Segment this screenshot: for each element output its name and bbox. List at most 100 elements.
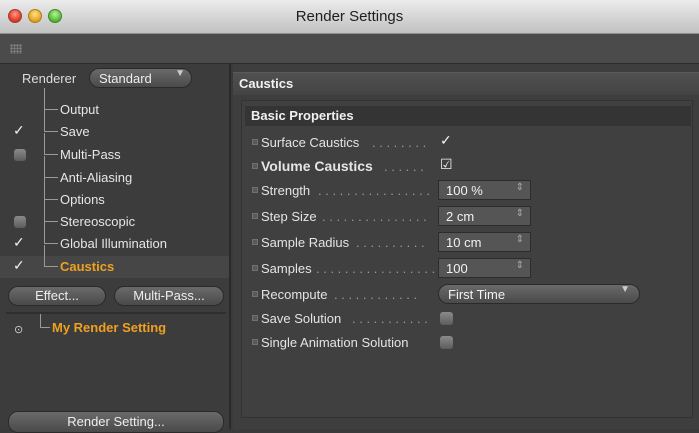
samples-field[interactable]: 100 ⇕ xyxy=(438,258,531,278)
leader-dots: . . . . . . . . . . . . . . . . xyxy=(318,183,430,198)
animation-dot-icon[interactable] xyxy=(252,315,258,321)
step-size-value: 2 cm xyxy=(446,209,475,224)
samples-value: 100 xyxy=(446,261,468,276)
multi-pass-button[interactable]: Multi-Pass... xyxy=(114,286,224,306)
tree-branch-line xyxy=(40,314,50,328)
tree-item-anti-aliasing[interactable]: Anti-Aliasing xyxy=(0,156,229,189)
step-size-field[interactable]: 2 cm ⇕ xyxy=(438,206,531,226)
toolbar-strip xyxy=(0,34,699,64)
spin-arrows-icon[interactable]: ⇕ xyxy=(516,182,524,193)
checkmark-icon[interactable]: ✓ xyxy=(13,234,25,251)
animation-dot-icon[interactable] xyxy=(252,187,258,193)
effect-button[interactable]: Effect... xyxy=(8,286,106,306)
animation-dot-icon[interactable] xyxy=(252,239,258,245)
leader-dots: . . . . . . . . xyxy=(372,135,427,150)
tree-item-stereoscopic[interactable]: Stereoscopic xyxy=(0,200,229,233)
tree-item-multi-pass[interactable]: Multi-Pass xyxy=(0,133,229,166)
tree-item-caustics[interactable]: ✓ Caustics xyxy=(0,245,229,278)
property-row-sample-radius: Sample Radius . . . . . . . . . . 10 cm … xyxy=(252,231,692,255)
property-row-strength: Strength . . . . . . . . . . . . . . . .… xyxy=(252,179,692,203)
property-row-save-solution: Save Solution . . . . . . . . . . . xyxy=(252,307,692,331)
sample-radius-field[interactable]: 10 cm ⇕ xyxy=(438,232,531,252)
animation-dot-icon[interactable] xyxy=(252,163,258,169)
enable-checkbox[interactable] xyxy=(14,216,26,228)
surface-caustics-label: Surface Caustics xyxy=(261,135,360,150)
tree-item-save[interactable]: ✓ Save xyxy=(0,110,229,143)
checkmark-icon[interactable]: ✓ xyxy=(13,257,25,274)
animation-dot-icon[interactable] xyxy=(252,291,258,297)
chevron-down-icon: ▼ xyxy=(175,68,185,79)
spin-arrows-icon[interactable]: ⇕ xyxy=(516,234,524,245)
recompute-dropdown[interactable]: First Time ▼ xyxy=(438,284,640,304)
animation-dot-icon[interactable] xyxy=(252,339,258,345)
section-header: Caustics xyxy=(233,72,699,95)
tree-branch-line xyxy=(44,88,58,110)
tree-branch-line xyxy=(44,133,58,155)
leader-dots: . . . . . . . . . . . . . . . . . xyxy=(316,261,436,276)
renderer-dropdown[interactable]: Standard ▼ xyxy=(89,68,192,88)
spin-arrows-icon[interactable]: ⇕ xyxy=(516,260,524,271)
tree-item-label: Output xyxy=(60,102,100,117)
spin-arrows-icon[interactable]: ⇕ xyxy=(516,208,524,219)
tree-branch-line xyxy=(44,245,58,267)
animation-dot-icon[interactable] xyxy=(252,139,258,145)
render-setting-icon: ⊙ xyxy=(14,324,24,336)
single-animation-solution-checkbox[interactable] xyxy=(440,336,453,349)
strength-field[interactable]: 100 % ⇕ xyxy=(438,180,531,200)
leader-dots: . . . . . . xyxy=(384,159,424,174)
group-header[interactable]: Basic Properties xyxy=(245,106,691,126)
animation-dot-icon[interactable] xyxy=(252,265,258,271)
window-title: Render Settings xyxy=(295,8,404,25)
tree-item-label: Save xyxy=(60,124,90,139)
save-solution-checkbox[interactable] xyxy=(440,312,453,325)
tree-item-label: Stereoscopic xyxy=(60,214,136,229)
leader-dots: . . . . . . . . . . . xyxy=(352,311,428,326)
recompute-value: First Time xyxy=(448,287,506,302)
tree-item-output[interactable]: Output xyxy=(0,88,229,121)
surface-caustics-checkbox[interactable]: ✓ xyxy=(440,132,454,148)
recompute-label: Recompute xyxy=(261,287,328,302)
divider xyxy=(6,312,226,314)
property-row-single-animation-solution: Single Animation Solution xyxy=(252,331,692,355)
checkmark-icon[interactable]: ✓ xyxy=(13,122,25,139)
tree-item-label: Global Illumination xyxy=(60,236,167,251)
tree-item-global-illumination[interactable]: ✓ Global Illumination xyxy=(0,222,229,255)
tree-branch-line xyxy=(44,110,58,132)
render-setting-button[interactable]: Render Setting... xyxy=(8,411,224,433)
attributes-panel: Caustics Basic Properties Surface Causti… xyxy=(233,64,699,429)
tree-branch-line xyxy=(44,222,58,244)
tree-item-label: Options xyxy=(60,192,105,207)
volume-caustics-label: Volume Caustics xyxy=(261,158,373,174)
settings-sidebar: Renderer Standard ▼ Output ✓ Save Multi-… xyxy=(0,64,231,433)
enable-checkbox[interactable] xyxy=(14,149,26,161)
section-title: Caustics xyxy=(239,76,294,91)
strength-value: 100 % xyxy=(446,183,483,198)
sample-radius-value: 10 cm xyxy=(446,235,482,250)
single-animation-solution-label: Single Animation Solution xyxy=(261,335,409,350)
property-row-samples: Samples . . . . . . . . . . . . . . . . … xyxy=(252,257,692,281)
tree-item-label: Anti-Aliasing xyxy=(60,170,133,185)
render-setting-item[interactable]: My Render Setting xyxy=(52,320,166,335)
title-bar: Render Settings xyxy=(0,0,699,34)
sample-radius-label: Sample Radius xyxy=(261,235,350,250)
volume-caustics-checkbox[interactable]: ☑ xyxy=(440,156,454,172)
renderer-value: Standard xyxy=(99,71,152,86)
property-row-step-size: Step Size . . . . . . . . . . . . . . . … xyxy=(252,205,692,229)
group-title: Basic Properties xyxy=(251,108,354,123)
leader-dots: . . . . . . . . . . xyxy=(356,235,425,250)
strength-label: Strength xyxy=(261,183,311,198)
tree-item-options[interactable]: Options xyxy=(0,178,229,211)
leader-dots: . . . . . . . . . . . . . . . xyxy=(322,209,427,224)
samples-label: Samples xyxy=(261,261,312,276)
property-row-surface-caustics: Surface Caustics . . . . . . . . ✓ xyxy=(252,131,692,155)
chevron-down-icon: ▼ xyxy=(620,284,630,295)
tree-branch-line xyxy=(44,156,58,178)
tree-item-label: Multi-Pass xyxy=(60,147,121,162)
property-row-recompute: Recompute . . . . . . . . . . . . First … xyxy=(252,283,692,307)
leader-dots: . . . . . . . . . . . . xyxy=(334,287,418,302)
tree-branch-line xyxy=(44,200,58,222)
drag-grip-icon[interactable] xyxy=(10,44,22,54)
tree-item-label: Caustics xyxy=(60,259,115,274)
tree-branch-line xyxy=(44,178,58,200)
animation-dot-icon[interactable] xyxy=(252,213,258,219)
